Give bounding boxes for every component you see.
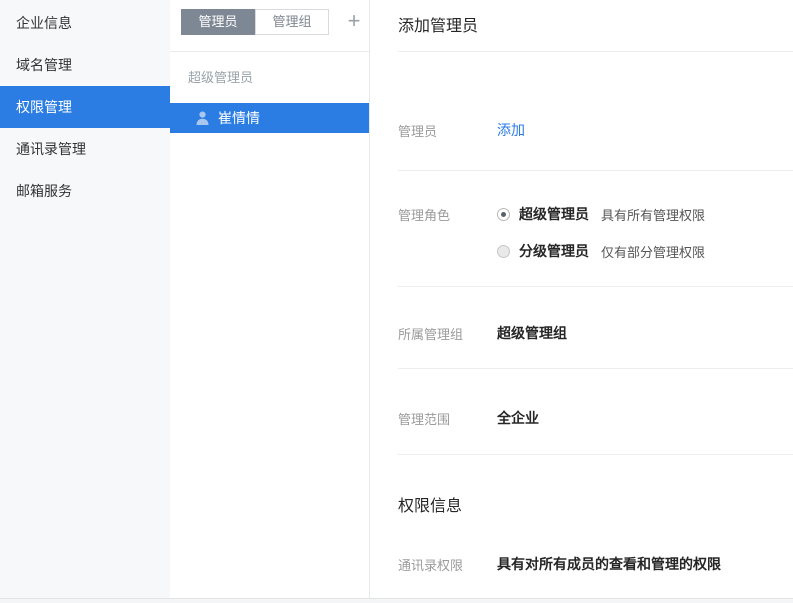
member-name: 崔情情 xyxy=(218,108,260,128)
tab-administrators[interactable]: 管理员 xyxy=(181,9,255,35)
person-icon xyxy=(196,111,209,125)
detail-panel: 添加管理员 管理员 添加 管理角色 超级管理员 具有所有管理权限 xyxy=(370,0,793,598)
scope-value: 全企业 xyxy=(497,408,539,428)
page-title: 添加管理员 xyxy=(398,12,793,36)
sidebar-item-contacts-management[interactable]: 通讯录管理 xyxy=(0,128,170,170)
permission-info-title: 权限信息 xyxy=(398,492,793,516)
sidebar: 企业信息 域名管理 权限管理 通讯录管理 邮箱服务 xyxy=(0,0,170,598)
group-value: 超级管理组 xyxy=(497,323,567,343)
sidebar-item-mailbox-service[interactable]: 邮箱服务 xyxy=(0,170,170,212)
contacts-permission-value: 具有对所有成员的查看和管理的权限 xyxy=(497,554,721,574)
admin-section: 管理员 添加 xyxy=(398,52,793,171)
bottom-bar xyxy=(0,598,793,603)
radio-checked-icon[interactable] xyxy=(497,208,510,221)
member-tabs-bar: 管理员 管理组 + xyxy=(170,0,369,52)
radio-option-tiered-admin[interactable]: 分级管理员 仅有部分管理权限 xyxy=(497,241,705,261)
role-options: 超级管理员 具有所有管理权限 分级管理员 仅有部分管理权限 xyxy=(497,204,705,261)
radio-unchecked-icon[interactable] xyxy=(497,245,510,258)
role-section: 管理角色 超级管理员 具有所有管理权限 分级管理员 仅有部分管理权限 xyxy=(398,171,793,287)
main-area: 企业信息 域名管理 权限管理 通讯录管理 邮箱服务 管理员 管理组 + 超级管理… xyxy=(0,0,793,598)
contacts-permission-label: 通讯录权限 xyxy=(398,554,497,574)
member-list-panel: 管理员 管理组 + 超级管理员 崔情情 xyxy=(170,0,370,598)
member-list-item[interactable]: 崔情情 xyxy=(170,103,369,133)
sidebar-item-permission-management[interactable]: 权限管理 xyxy=(0,86,170,128)
scope-label: 管理范围 xyxy=(398,408,497,428)
add-admin-plus-icon[interactable]: + xyxy=(341,9,367,35)
add-admin-link[interactable]: 添加 xyxy=(497,120,525,140)
radio-option-desc: 具有所有管理权限 xyxy=(601,205,705,224)
group-label: 所属管理组 xyxy=(398,323,497,343)
sidebar-item-company-info[interactable]: 企业信息 xyxy=(0,2,170,44)
member-group-header: 超级管理员 xyxy=(188,67,369,86)
scope-section: 管理范围 全企业 xyxy=(398,369,793,455)
sidebar-item-domain-management[interactable]: 域名管理 xyxy=(0,44,170,86)
group-section: 所属管理组 超级管理组 xyxy=(398,287,793,369)
radio-option-desc: 仅有部分管理权限 xyxy=(601,242,705,261)
admin-label: 管理员 xyxy=(398,120,497,140)
tab-admin-groups[interactable]: 管理组 xyxy=(255,9,329,35)
permission-info-section: 权限信息 通讯录权限 具有对所有成员的查看和管理的权限 xyxy=(398,455,793,574)
admin-console: 企业信息 域名管理 权限管理 通讯录管理 邮箱服务 管理员 管理组 + 超级管理… xyxy=(0,0,793,603)
radio-option-name: 超级管理员 xyxy=(519,204,589,224)
radio-option-name: 分级管理员 xyxy=(519,241,589,261)
radio-option-super-admin[interactable]: 超级管理员 具有所有管理权限 xyxy=(497,204,705,224)
detail-header: 添加管理员 xyxy=(398,0,793,52)
role-label: 管理角色 xyxy=(398,204,497,224)
